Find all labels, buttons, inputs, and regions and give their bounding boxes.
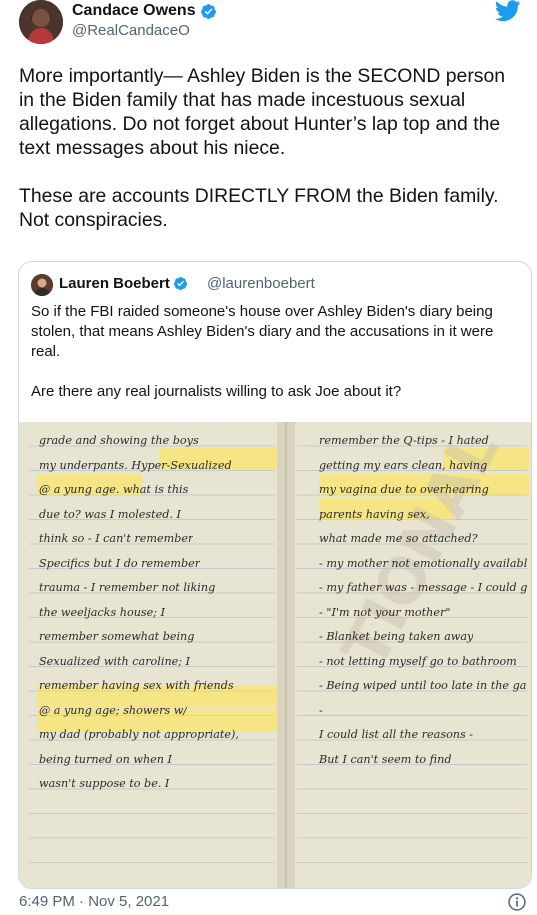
quoted-avatar-image [31, 274, 53, 296]
quoted-name-text: Lauren Boebert [59, 275, 170, 292]
diary-photo[interactable]: TIONAL grade and showing the boys my unde… [19, 422, 531, 888]
author-avatar-image [19, 0, 63, 44]
twitter-bird-icon[interactable] [495, 0, 521, 22]
diary-handwriting-line: wasn't suppose to be. I [39, 777, 170, 790]
diary-handwriting-line: @ a yung age; showers w/ [39, 703, 188, 717]
author-avatar[interactable] [19, 0, 63, 44]
info-icon[interactable] [507, 892, 527, 912]
tweet-text: More importantly— Ashley Biden is the SE… [19, 64, 519, 232]
diary-handwriting-line: - my mother not emotionally available - [319, 556, 527, 570]
diary-handwriting-line: - my father was - message - I could get … [319, 581, 527, 594]
diary-handwriting-line: think so - I can't remember [39, 532, 194, 545]
diary-handwriting-line: - "I'm not your mother" [319, 605, 451, 619]
diary-handwriting-line: Sexualized with caroline; I [39, 654, 191, 668]
diary-handwriting-line: my underpants. Hyper-Sexualized [39, 458, 232, 472]
diary-handwriting-line: being turned on when I [39, 752, 172, 766]
diary-handwriting-line: my dad (probably not appropriate), [39, 728, 239, 741]
tweet-paragraph: These are accounts DIRECTLY FROM the Bid… [19, 185, 499, 231]
diary-handwriting-line: my vagina due to overhearing [319, 483, 489, 496]
diary-handwriting-line: Specifics but I do remember [39, 556, 201, 570]
diary-handwriting-line: - [319, 703, 323, 717]
tweet-paragraph: More importantly— Ashley Biden is the SE… [19, 65, 506, 159]
diary-handwriting-line: - not letting myself go to bathroom [319, 654, 517, 668]
quoted-handle: @laurenboebert [207, 275, 315, 292]
author-name-text[interactable]: Candace Owens [72, 2, 196, 20]
diary-handwriting-line: - Being wiped until too late in the game… [319, 679, 527, 692]
quoted-tweet[interactable]: Lauren Boebert @laurenboebert So if the … [18, 261, 532, 889]
verified-badge-icon [200, 3, 216, 19]
diary-handwriting-line: getting my ears clean, having [319, 458, 488, 472]
diary-handwriting-line: parents having sex, [319, 507, 430, 521]
diary-handwriting-line: trauma - I remember not liking [39, 581, 216, 594]
quoted-paragraph: Are there any real journalists willing t… [31, 383, 402, 400]
quoted-paragraph: So if the FBI raided someone's house ove… [31, 303, 494, 360]
quoted-author-avatar [31, 274, 53, 296]
quoted-display-name: Lauren Boebert [59, 275, 188, 292]
diary-handwriting-line: the weeljacks house; I [39, 605, 166, 619]
diary-handwriting-line: - Blanket being taken away [319, 630, 474, 643]
diary-handwriting-line: remember the Q-tips - I hated [319, 434, 489, 447]
diary-handwriting-line: I could list all the reasons - [319, 728, 474, 741]
diary-handwriting-line: @ a yung age. what is this [39, 483, 189, 496]
diary-handwriting-line: But I can't seem to find [319, 752, 452, 766]
diary-handwriting-line: remember somewhat being [39, 630, 195, 643]
verified-badge-icon [173, 276, 187, 291]
quoted-tweet-text: So if the FBI raided someone's house ove… [31, 302, 517, 402]
diary-handwriting-line: what made me so attached? [319, 532, 478, 545]
diary-handwriting-line: remember having sex with friends [39, 679, 234, 692]
tweet-timestamp[interactable]: 6:49 PM · Nov 5, 2021 [19, 893, 169, 910]
diary-handwriting-line: grade and showing the boys [39, 434, 199, 447]
diary-handwriting-line: due to? was I molested. I [39, 507, 181, 521]
author-handle[interactable]: @RealCandaceO [72, 22, 190, 39]
author-display-name[interactable]: Candace Owens [72, 2, 217, 20]
